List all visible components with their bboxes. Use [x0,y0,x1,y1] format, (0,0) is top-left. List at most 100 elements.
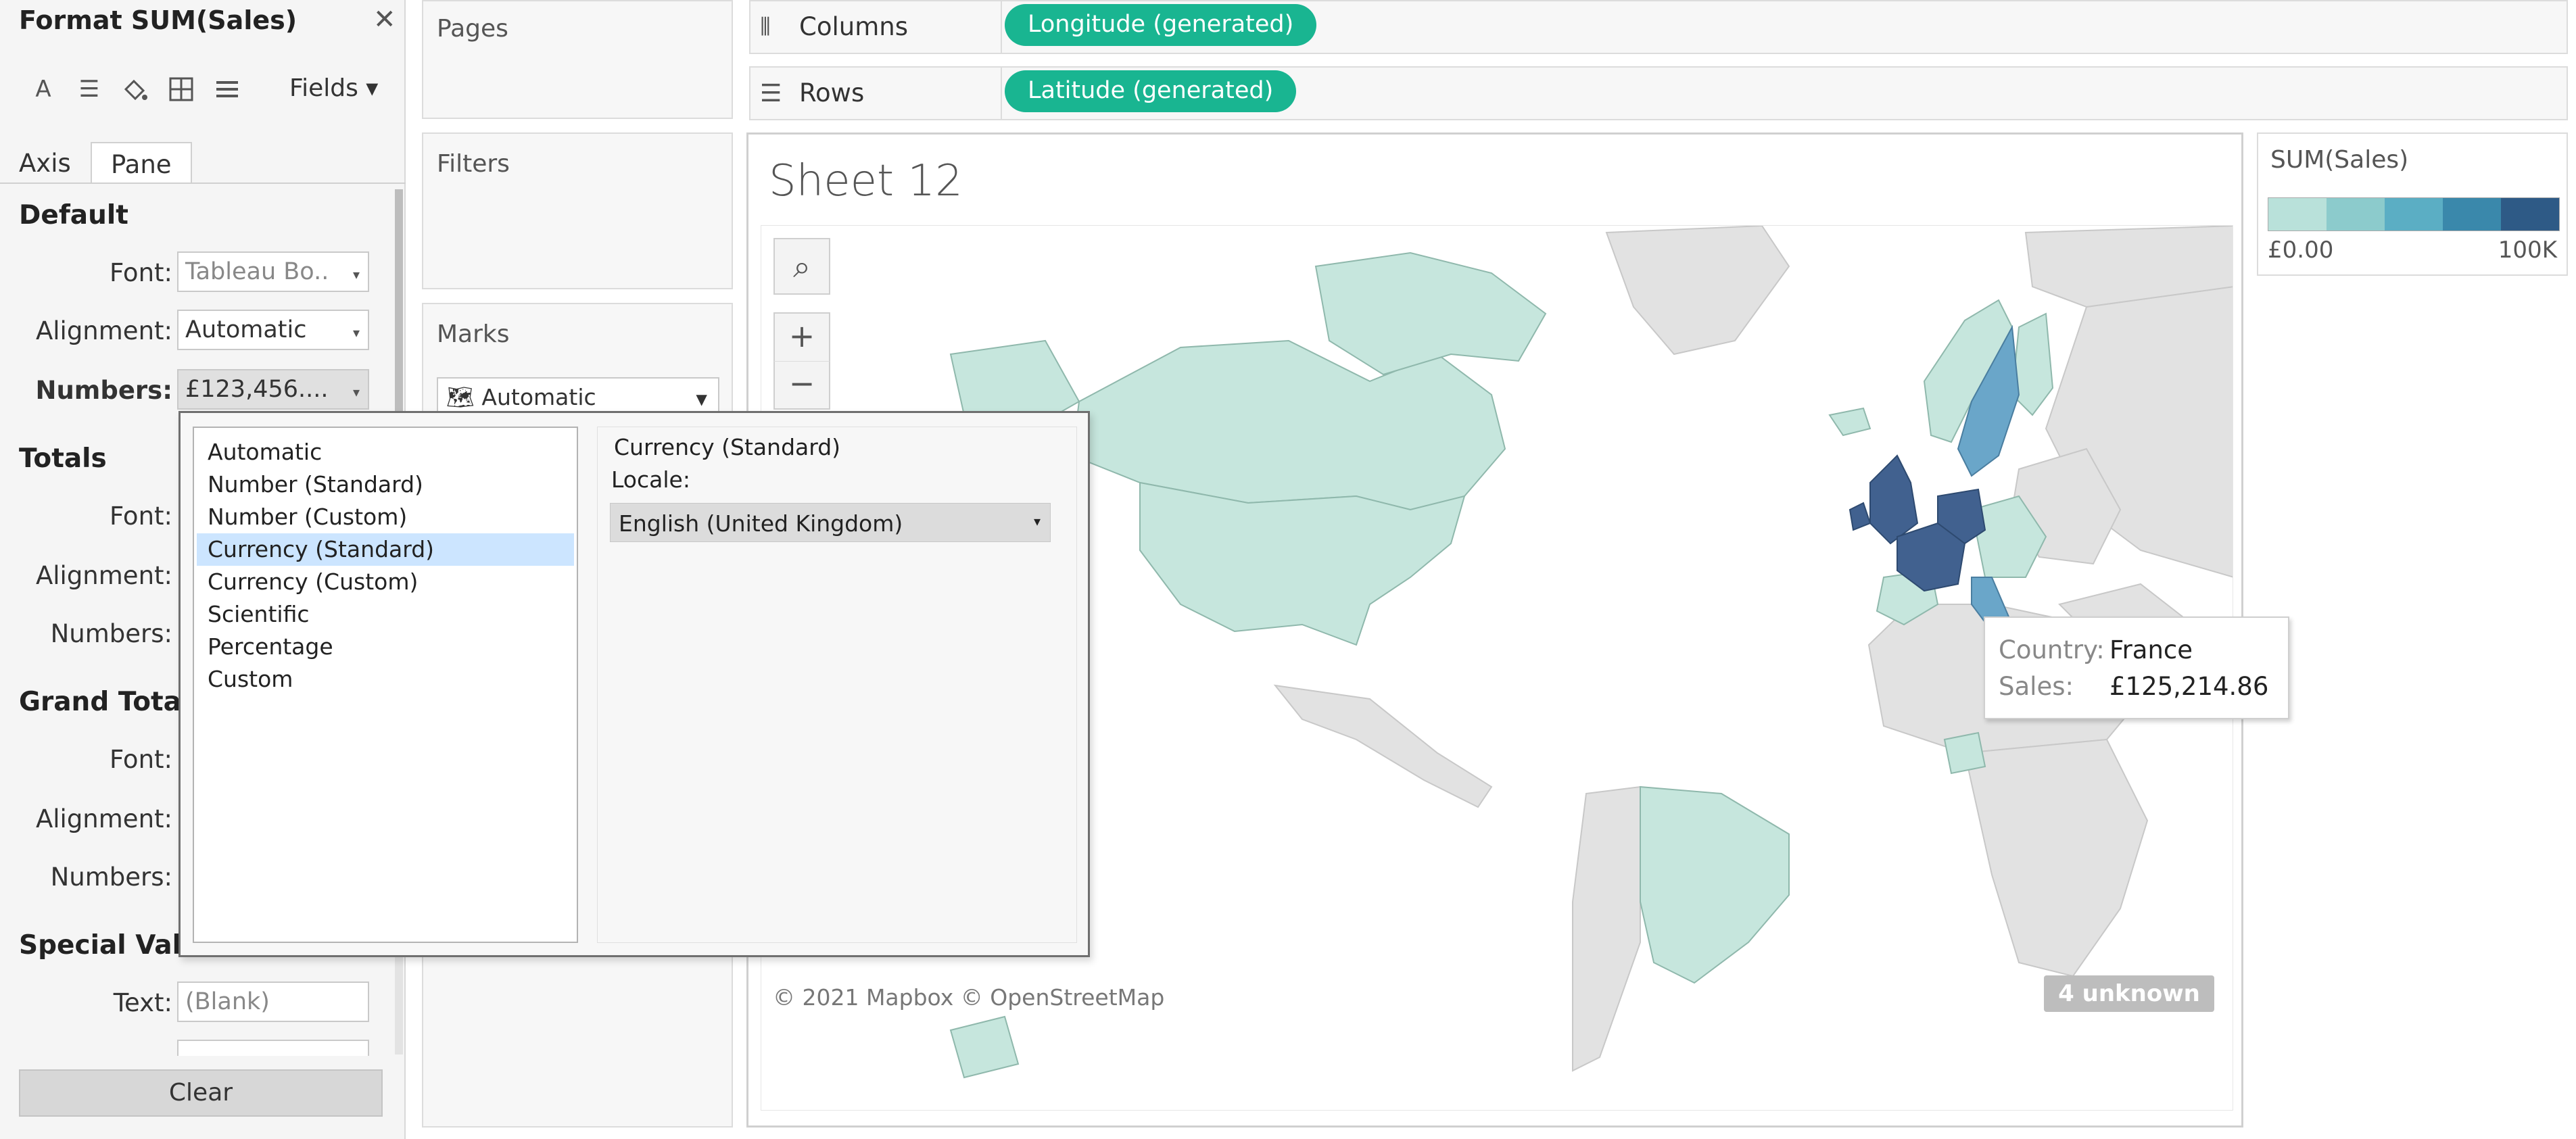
default-alignment-value: Automatic [185,316,307,343]
grand-totals-alignment-label: Alignment: [35,804,172,833]
canada-region [1071,339,1506,511]
tab-axis[interactable]: Axis [0,142,90,184]
number-format-list[interactable]: Automatic Number (Standard) Number (Cust… [193,427,578,943]
fields-dropdown[interactable]: Fields ▾ [289,74,378,102]
legend-swatch [2443,198,2501,231]
columns-shelf[interactable]: ⦀ Columns Longitude (generated) [749,0,2568,54]
totals-numbers-label: Numbers: [50,619,172,648]
tooltip-country-value: France [2109,635,2193,664]
default-font-field[interactable]: Tableau Bo.. ▾ [177,251,369,292]
map-tooltip: Country: France Sales: £125,214.86 [1984,616,2289,719]
totals-alignment-label: Alignment: [35,561,172,590]
grand-totals-numbers-label: Numbers: [50,863,172,892]
default-numbers-label: Numbers: [35,376,172,405]
special-text-field[interactable]: (Blank) [177,982,369,1022]
special-marks-field[interactable] [177,1040,369,1056]
format-option-automatic[interactable]: Automatic [197,436,574,468]
filters-card-title: Filters [437,150,510,178]
legend-swatch [2385,198,2443,231]
alignment-icon[interactable]: ☰ [74,74,104,104]
format-option-number-custom[interactable]: Number (Custom) [197,501,574,533]
legend-title: SUM(Sales) [2270,146,2409,174]
shelf-divider [1001,68,1002,120]
tab-pane[interactable]: Pane [91,142,192,184]
format-option-scientific[interactable]: Scientific [197,598,574,631]
locale-label: Locale: [611,466,690,493]
sheet-title: Sheet 12 [769,156,963,206]
legend-max-label: 100K [2498,237,2557,264]
number-format-popup: Automatic Number (Standard) Number (Cust… [178,411,1090,957]
ireland-region [1848,502,1871,531]
columns-label: Columns [799,12,908,41]
default-alignment-field[interactable]: Automatic ▾ [177,310,369,350]
format-option-currency-standard[interactable]: Currency (Standard) [197,533,574,566]
default-numbers-field[interactable]: £123,456.... ▾ [177,369,369,410]
pages-card[interactable]: Pages [422,0,733,119]
rows-shelf[interactable]: ☰ Rows Latitude (generated) [749,66,2568,120]
mark-type-value: Automatic [481,384,596,410]
locale-value: English (United Kingdom) [619,510,903,537]
uk-region [1869,454,1919,545]
format-option-custom[interactable]: Custom [197,663,574,696]
australia-region [949,1015,1020,1079]
locale-dropdown[interactable]: English (United Kingdom) ▾ [610,503,1051,542]
tab-divider [0,183,406,184]
legend-swatch [2268,198,2327,231]
format-detail-panel: Currency (Standard) Locale: English (Uni… [597,427,1077,943]
legend-color-ramp [2268,197,2560,231]
legend-swatch [2327,198,2385,231]
format-option-percentage[interactable]: Percentage [197,631,574,663]
default-font-label: Font: [109,258,172,287]
rows-label: Rows [799,78,865,107]
special-text-value: (Blank) [185,988,270,1015]
lines-icon[interactable] [212,74,242,104]
format-option-currency-custom[interactable]: Currency (Custom) [197,566,574,598]
central-africa-region [1963,738,2149,977]
font-icon[interactable]: A [28,74,58,104]
format-option-number-standard[interactable]: Number (Standard) [197,468,574,501]
tooltip-sales-value: £125,214.86 [2109,672,2269,701]
totals-font-label: Font: [109,502,172,531]
color-legend[interactable]: SUM(Sales) £0.00 100K [2257,132,2568,276]
tooltip-sales-label: Sales: [1999,672,2074,701]
unknown-badge[interactable]: 4 unknown [2044,975,2214,1012]
south-america-west-region [1572,785,1641,1072]
columns-icon: ⦀ [760,14,771,41]
shading-icon[interactable] [120,74,150,104]
zoom-out-icon[interactable]: − [773,361,830,410]
arctic-islands-region [1314,251,1547,376]
clear-button[interactable]: Clear [19,1069,383,1117]
latitude-pill[interactable]: Latitude (generated) [1005,70,1297,112]
legend-min-label: £0.00 [2268,237,2334,264]
chevron-down-icon: ▾ [352,324,360,341]
section-special-values-header: Special Valu [19,930,200,961]
borders-icon[interactable] [166,74,196,104]
marks-card-title: Marks [437,320,510,348]
section-default-header: Default [19,200,128,231]
finland-region [2011,312,2054,416]
format-detail-title: Currency (Standard) [614,434,841,460]
longitude-pill[interactable]: Longitude (generated) [1005,4,1317,46]
section-totals-header: Totals [19,443,107,474]
default-numbers-value: £123,456.... [185,376,329,403]
chevron-down-icon: ▾ [352,384,360,400]
chevron-down-icon: ▾ [352,266,360,283]
grand-totals-font-label: Font: [109,745,172,774]
default-font-value: Tableau Bo.. [185,258,329,285]
iceland-region [1828,407,1871,437]
shelf-divider [1001,1,1002,54]
map-attribution[interactable]: © 2021 Mapbox © OpenStreetMap [773,984,1164,1011]
map-mark-icon: 🗺 [446,384,475,410]
greenland-region [1605,226,1790,356]
default-alignment-label: Alignment: [35,316,172,345]
tooltip-country-label: Country: [1999,635,2105,664]
pages-card-title: Pages [437,15,508,43]
mexico-central-america-region [1273,684,1493,808]
filters-card[interactable]: Filters [422,132,733,289]
rows-icon: ☰ [760,80,782,107]
close-icon[interactable]: ✕ [373,4,396,35]
nigeria-region [1943,731,1986,775]
zoom-in-icon[interactable]: + [773,312,830,361]
chevron-down-icon: ▾ [696,385,707,412]
map-search-icon[interactable]: ⌕ [773,238,830,295]
